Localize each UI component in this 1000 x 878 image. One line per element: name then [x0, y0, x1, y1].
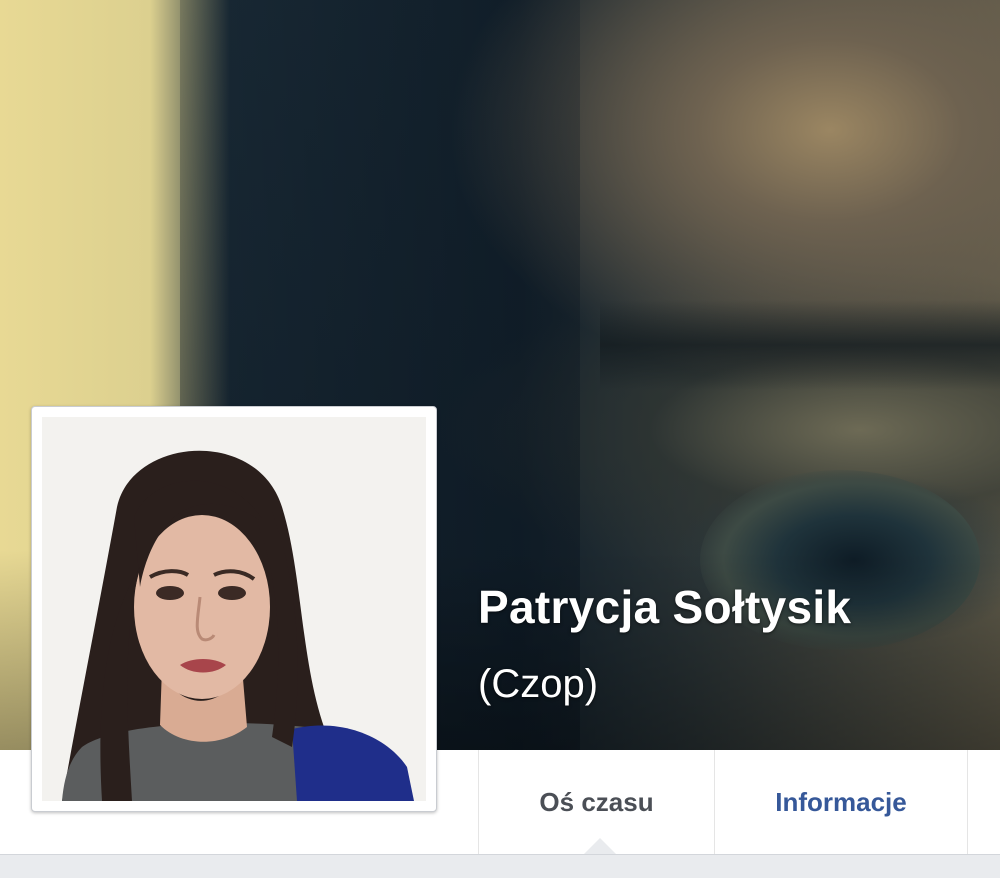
- profile-photo-icon: [42, 417, 426, 801]
- tab-about[interactable]: Informacje: [714, 750, 968, 854]
- cover-brow-shadow: [600, 300, 1000, 390]
- alternate-name: (Czop): [478, 662, 599, 706]
- profile-picture[interactable]: [31, 406, 437, 812]
- active-tab-indicator: [584, 838, 616, 854]
- profile-name[interactable]: Patrycja Sołtysik: [478, 580, 851, 634]
- portrait-illustration: [42, 417, 426, 801]
- content-area: [0, 855, 1000, 878]
